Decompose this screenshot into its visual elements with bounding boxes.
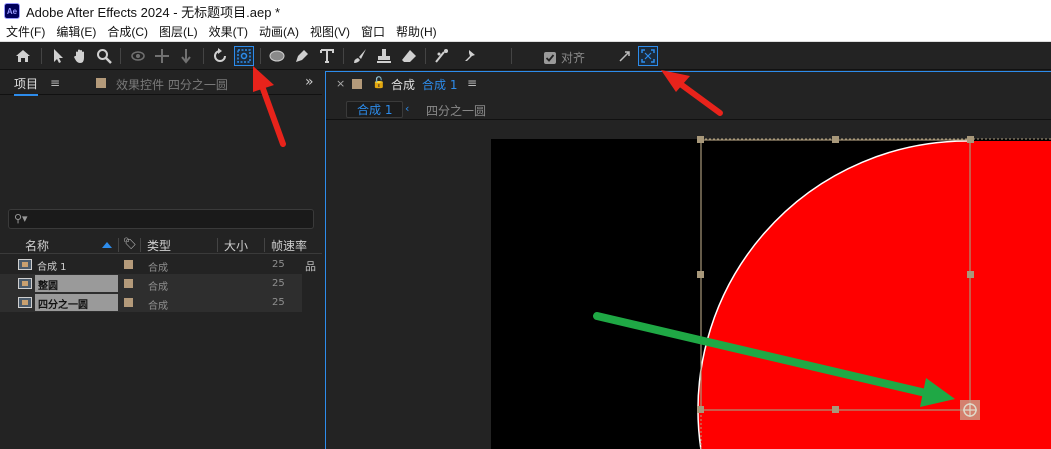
column-size[interactable]: 大小 — [224, 237, 248, 254]
project-panel: 项目 ≡ 效果控件 四分之一圆 » ⚲▾ 名称 🏷 类型 大小 帧速率 合成 1… — [0, 71, 322, 449]
pen-icon[interactable] — [292, 46, 312, 66]
composition-icon — [18, 278, 32, 289]
composition-panel: × 🔓 合成 合成 1 ≡ 合成 1 ‹ 四分之一圆 — [325, 71, 1051, 449]
composition-icon — [18, 259, 32, 270]
menu-edit[interactable]: 编辑(E) — [56, 23, 96, 40]
column-frame-rate[interactable]: 帧速率 — [271, 237, 307, 254]
effect-controls-label-swatch — [96, 78, 106, 88]
menu-bar: 文件(F) 编辑(E) 合成(C) 图层(L) 效果(T) 动画(A) 视图(V… — [0, 22, 1051, 42]
item-type: 合成 — [148, 301, 168, 312]
project-item-comp1[interactable]: 合成 1 合成 25 — [0, 255, 302, 274]
anchor-point-icon — [960, 400, 980, 420]
tab-project[interactable]: 项目 — [14, 75, 39, 96]
menu-help[interactable]: 帮助(H) — [396, 23, 437, 40]
composition-tab-prefix: 合成 — [391, 78, 416, 92]
label-tag-icon[interactable]: 🏷 — [123, 237, 137, 250]
snap-feature-icon[interactable] — [615, 46, 635, 66]
chevron-left-icon[interactable]: ‹ — [405, 102, 409, 115]
menu-effect[interactable]: 效果(T) — [209, 23, 248, 40]
orbit-camera-icon[interactable] — [128, 46, 148, 66]
breadcrumb-quarter-circle[interactable]: 四分之一圆 — [426, 102, 486, 119]
label-color-swatch[interactable] — [124, 298, 133, 307]
snap-edge-icon[interactable] — [638, 46, 658, 66]
composition-viewer[interactable] — [326, 122, 1051, 449]
snap-label: 对齐 — [561, 51, 586, 65]
item-fps: 25 — [272, 278, 285, 289]
item-type: 合成 — [148, 282, 168, 293]
project-column-header: 名称 🏷 类型 大小 帧速率 — [0, 236, 322, 254]
pan-behind-anchor-icon[interactable] — [234, 46, 254, 66]
project-panel-tabs: 项目 ≡ 效果控件 四分之一圆 » — [0, 71, 322, 96]
item-name: 整圆 — [35, 275, 118, 292]
home-icon[interactable] — [13, 46, 33, 66]
rotate-icon[interactable] — [210, 46, 230, 66]
composition-icon — [18, 297, 32, 308]
menu-window[interactable]: 窗口 — [361, 23, 385, 40]
snap-toggle[interactable]: 对齐 — [544, 49, 585, 66]
project-item-quarter-circle[interactable]: 四分之一圆 合成 25 — [0, 293, 302, 312]
roto-brush-icon[interactable] — [432, 46, 452, 66]
panel-menu-icon[interactable]: ≡ — [50, 76, 60, 90]
menu-view[interactable]: 视图(V) — [310, 23, 350, 40]
viewer-canvas — [326, 122, 1051, 449]
menu-composition[interactable]: 合成(C) — [107, 23, 148, 40]
tools-toolbar: 对齐 — [0, 42, 1051, 70]
project-item-full-circle[interactable]: 整圆 合成 25 — [0, 274, 302, 293]
project-search-input[interactable]: ⚲▾ — [8, 209, 314, 229]
clone-stamp-icon[interactable] — [374, 46, 394, 66]
label-color-swatch[interactable] — [124, 279, 133, 288]
menu-layer[interactable]: 图层(L) — [159, 23, 198, 40]
dolly-camera-icon[interactable] — [176, 46, 196, 66]
item-name: 四分之一圆 — [35, 294, 118, 311]
snap-checkbox[interactable] — [544, 51, 556, 64]
item-fps: 25 — [272, 259, 285, 270]
comp-label-swatch — [352, 79, 362, 89]
eraser-icon[interactable] — [399, 46, 419, 66]
item-fps: 25 — [272, 297, 285, 308]
flowchart-icon[interactable]: 品 — [305, 258, 316, 274]
type-icon[interactable] — [317, 46, 337, 66]
hand-icon[interactable] — [70, 46, 90, 66]
composition-tab[interactable]: × 🔓 合成 合成 1 ≡ — [326, 72, 1051, 96]
column-type[interactable]: 类型 — [147, 237, 171, 254]
breadcrumb-comp1[interactable]: 合成 1 — [346, 101, 404, 118]
selection-arrow-icon[interactable] — [48, 46, 68, 66]
panel-menu-icon[interactable]: ≡ — [467, 76, 477, 90]
item-type: 合成 — [148, 263, 168, 274]
menu-animation[interactable]: 动画(A) — [259, 23, 299, 40]
menu-file[interactable]: 文件(F) — [6, 23, 45, 40]
column-name[interactable]: 名称 — [25, 237, 49, 254]
search-icon: ⚲▾ — [14, 212, 28, 225]
brush-icon[interactable] — [350, 46, 370, 66]
close-icon[interactable]: × — [336, 77, 345, 90]
composition-navigator: 合成 1 ‹ 四分之一圆 — [326, 98, 1051, 120]
puppet-pin-icon[interactable] — [460, 46, 480, 66]
composition-tab-name: 合成 1 — [422, 78, 458, 92]
after-effects-logo: Ae — [4, 3, 20, 19]
chevron-double-right-icon[interactable]: » — [305, 74, 314, 90]
ellipse-icon[interactable] — [267, 46, 287, 66]
tab-effect-controls[interactable]: 效果控件 四分之一圆 — [116, 76, 228, 93]
item-name: 合成 1 — [37, 262, 67, 273]
sort-ascending-icon[interactable] — [102, 242, 112, 248]
window-title: Adobe After Effects 2024 - 无标题项目.aep * — [26, 4, 281, 20]
title-bar: Ae Adobe After Effects 2024 - 无标题项目.aep … — [0, 0, 1051, 22]
lock-icon[interactable]: 🔓 — [372, 76, 386, 89]
label-color-swatch[interactable] — [124, 260, 133, 269]
pan-camera-icon[interactable] — [152, 46, 172, 66]
zoom-icon[interactable] — [94, 46, 114, 66]
